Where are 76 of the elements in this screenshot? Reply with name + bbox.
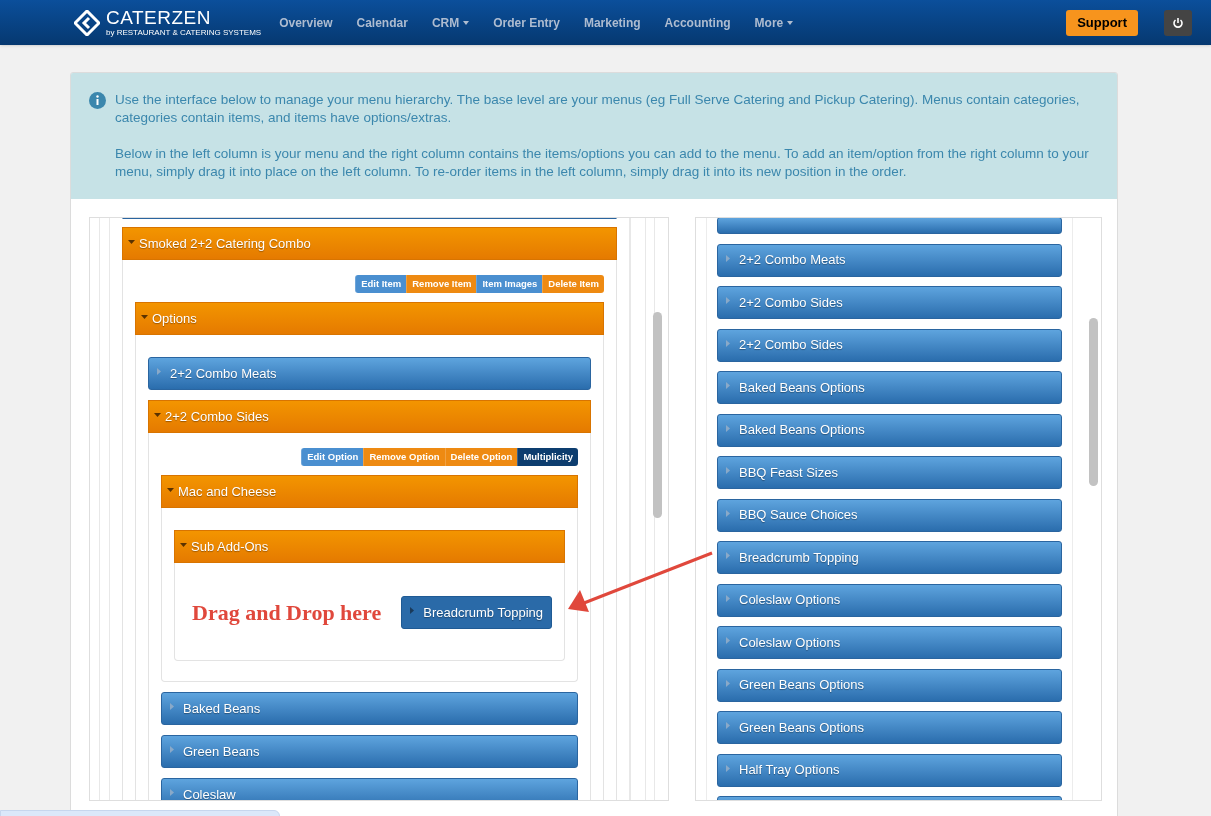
caret-right-icon (726, 764, 730, 772)
caret-down-icon (180, 542, 187, 547)
scrollbar-thumb[interactable] (653, 312, 662, 518)
drop-hint-text: Drag and Drop here (192, 599, 382, 627)
caret-down-icon (154, 412, 161, 417)
action-button[interactable]: Remove Item (406, 275, 477, 293)
action-button[interactable]: Multiplicity (517, 448, 578, 466)
scrollbar-thumb[interactable] (1089, 318, 1098, 486)
nav-link[interactable]: Marketing (583, 13, 641, 32)
caret-right-icon (726, 424, 730, 432)
library-item-bar[interactable]: Half Tray Options (717, 753, 1062, 787)
action-button[interactable]: Delete Item (542, 275, 604, 293)
menu-item-bar[interactable]: Baked Beans (161, 692, 578, 725)
action-button[interactable]: Delete Option (444, 448, 518, 466)
menu-item-bar[interactable]: Breadcrumb Topping (401, 596, 552, 629)
menu-item-bar[interactable]: Green Beans (161, 735, 578, 768)
library-item-bar[interactable]: Coleslaw Options (717, 583, 1062, 617)
power-button[interactable] (1164, 9, 1192, 36)
menu-item-bar[interactable]: Coleslaw (161, 778, 578, 800)
caret-right-icon (726, 297, 730, 304)
info-paragraph: Below in the left column is your menu and the right column contains the items/options you can add to the menu. To add an item/option from the right column to your menu, simply drag it into place on the left column. To re-order items in the left column, simply drag it into its new position in the order. (115, 145, 1090, 181)
logo-icon (74, 9, 100, 36)
nav-link[interactable]: CRM (431, 13, 470, 32)
library-item-bar[interactable]: 2+2 Combo Sides (717, 328, 1062, 362)
library-item-bar[interactable]: 2+2 Combo Sides (717, 286, 1062, 319)
caret-right-icon (157, 368, 161, 375)
nav-link[interactable]: More (754, 13, 794, 32)
caret-right-icon (726, 594, 730, 602)
caret-right-icon (170, 746, 174, 753)
action-button[interactable]: Edit Option (301, 448, 364, 466)
caret-right-icon (410, 607, 415, 614)
caret-right-icon (170, 789, 174, 796)
caret-right-icon (726, 339, 730, 347)
nav-link[interactable]: Calendar (356, 13, 408, 32)
support-button[interactable]: Support (1066, 9, 1138, 36)
menu-group-header[interactable]: Sub Add-Ons (174, 530, 565, 563)
caret-down-icon (787, 20, 794, 25)
library-item-bar[interactable]: BBQ Feast Sizes (717, 456, 1062, 489)
info-icon (89, 92, 106, 109)
caret-right-icon (726, 467, 730, 474)
library-item-bar[interactable]: Green Beans Options (717, 711, 1062, 744)
library-item-bar[interactable]: Green Beans Options (717, 668, 1062, 702)
caret-right-icon (726, 382, 730, 389)
caret-down-icon (167, 487, 174, 492)
caret-right-icon (726, 254, 730, 262)
caret-down-icon (141, 314, 148, 319)
library-item-bar[interactable]: Breadcrumb Topping (717, 541, 1062, 574)
caret-right-icon (170, 703, 174, 710)
nav-link[interactable]: Order Entry (493, 13, 560, 32)
library-item-bar[interactable]: BBQ Sauce Choices (717, 498, 1062, 532)
menu-group-header[interactable]: 2+2 Combo Sides (148, 400, 591, 433)
action-button[interactable]: Remove Option (363, 448, 445, 466)
logo-text: CATERZEN (106, 8, 212, 27)
library-item-bar[interactable]: Baked Beans Options (717, 413, 1062, 447)
caret-right-icon (726, 637, 730, 644)
menu-group-header[interactable]: Mac and Cheese (161, 475, 578, 508)
caret-right-icon (726, 679, 730, 687)
library-item-bar[interactable]: 2+2 Combo Meats (717, 243, 1062, 277)
action-button[interactable]: Item Images (476, 275, 543, 293)
caret-right-icon (726, 509, 730, 517)
menu-group-header[interactable]: Options (135, 302, 604, 335)
caret-down-icon (463, 20, 470, 25)
power-icon (1172, 16, 1184, 29)
caret-down-icon (128, 239, 135, 244)
menu-item-bar[interactable]: 2+2 Combo Meats (148, 357, 591, 390)
library-item-bar[interactable] (717, 218, 1062, 234)
nav-link[interactable]: Overview (279, 13, 333, 32)
menu-group-header[interactable]: Smoked 2+2 Catering Combo (122, 227, 617, 260)
library-item-bar[interactable]: Baked Beans Options (717, 371, 1062, 404)
logo-tagline: by RESTAURANT & CATERING SYSTEMS (106, 28, 262, 37)
caret-right-icon (726, 552, 730, 559)
nav-link[interactable]: Accounting (664, 13, 731, 32)
caret-right-icon (726, 722, 730, 729)
action-button[interactable]: Edit Item (355, 275, 407, 293)
library-item-bar[interactable]: Coleslaw Options (717, 626, 1062, 659)
info-paragraph: Use the interface below to manage your menu hierarchy. The base level are your menus (eg Full Serve Catering and Pickup Catering). Menus contain categories, categories contain items, and items have options/extras. (115, 91, 1081, 127)
